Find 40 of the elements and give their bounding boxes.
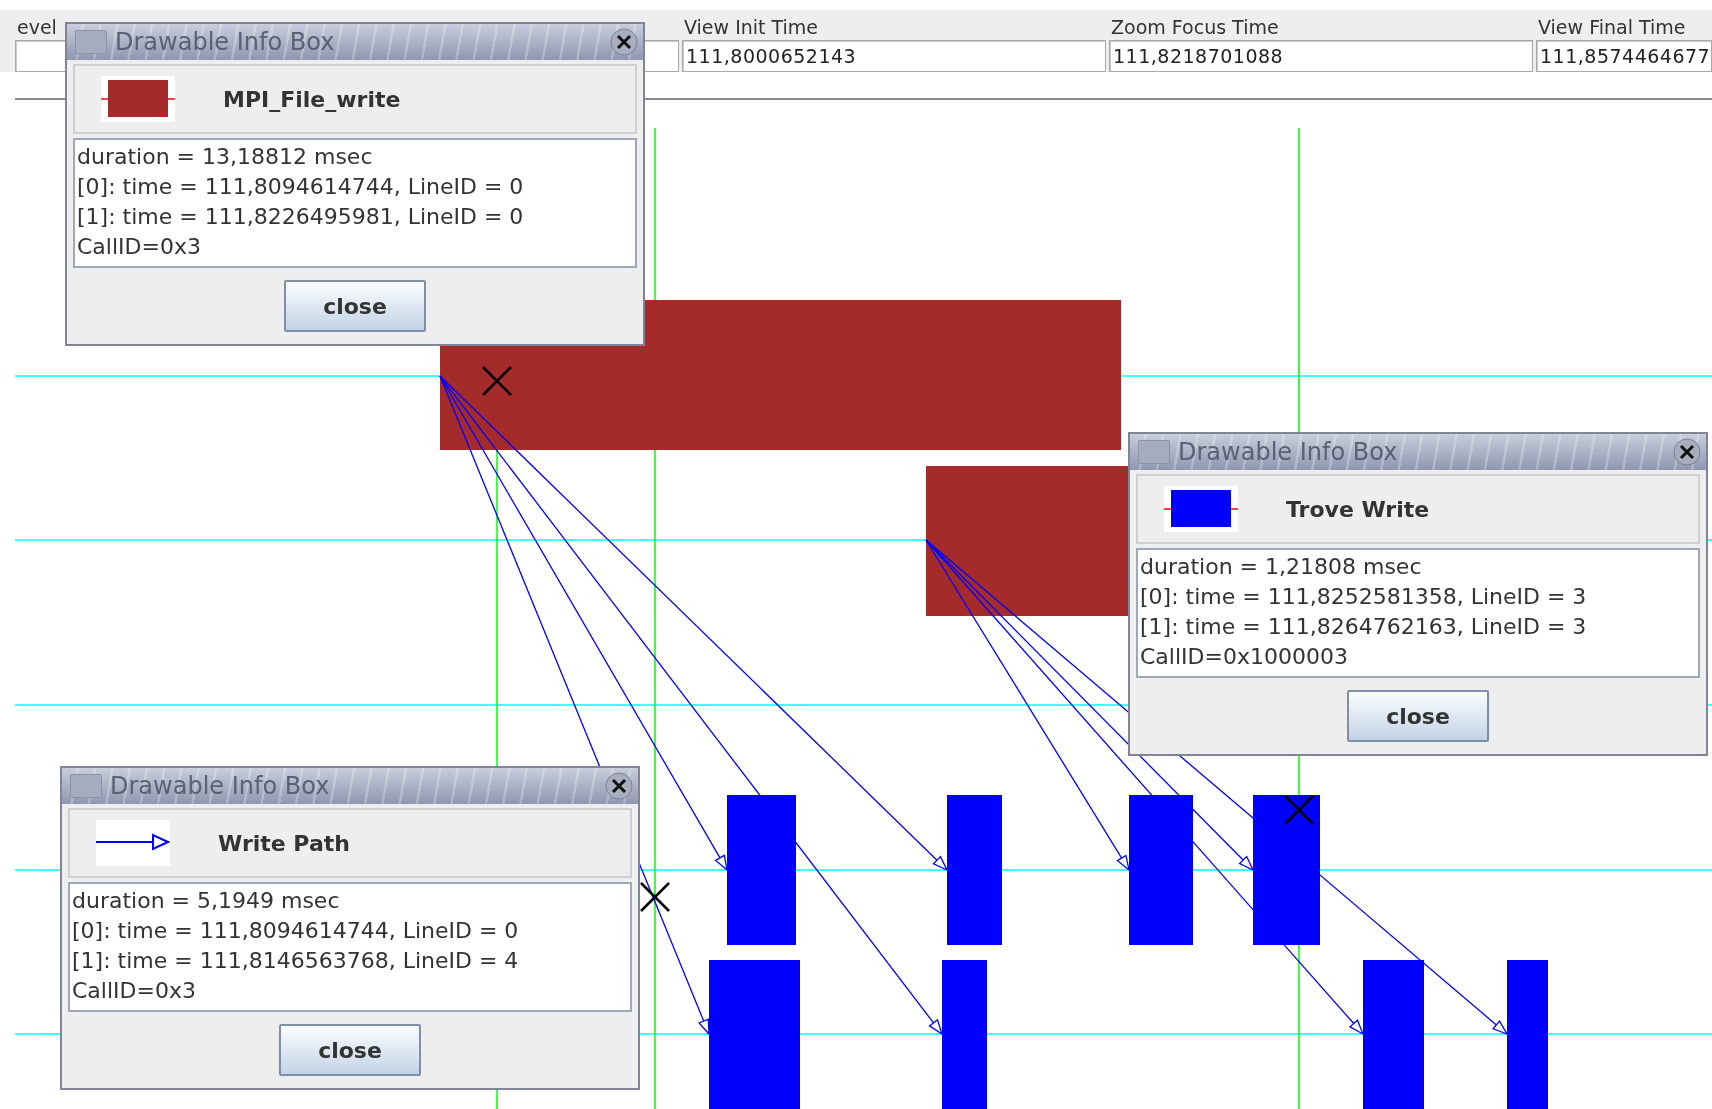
close-icon[interactable]	[609, 27, 639, 57]
info-line: CallID=0x3	[77, 233, 202, 261]
field-label: View Init Time	[683, 16, 820, 38]
window-title: Drawable Info Box	[1178, 438, 1399, 466]
close-icon[interactable]	[1672, 437, 1702, 467]
window-icon	[70, 774, 102, 798]
drawable-name: MPI_File_write	[223, 86, 401, 112]
info-line: duration = 1,21808 msec	[1140, 553, 1423, 581]
close-button[interactable]: close	[1347, 690, 1489, 742]
window-icon	[1138, 440, 1170, 464]
info-line: [0]: time = 111,8252581358, LineID = 3	[1140, 583, 1588, 611]
legend-icon	[1164, 486, 1238, 532]
info-line: [0]: time = 111,8094614744, LineID = 0	[77, 173, 525, 201]
cross-mark	[482, 366, 512, 396]
drawable-name: Write Path	[218, 830, 350, 856]
info-line: duration = 5,1949 msec	[72, 887, 341, 915]
info-line: CallID=0x1000003	[1140, 643, 1349, 671]
info-line: [1]: time = 111,8146563768, LineID = 4	[72, 947, 520, 975]
legend-icon	[101, 76, 175, 122]
text-field[interactable]: 111,8218701088	[1109, 40, 1533, 72]
info-line: [0]: time = 111,8094614744, LineID = 0	[72, 917, 520, 945]
drawable-name: Trove Write	[1286, 496, 1430, 522]
field-label: View Final Time	[1537, 16, 1687, 38]
cross-mark	[1284, 795, 1314, 825]
cross-mark	[640, 882, 670, 912]
info-line: duration = 13,18812 msec	[77, 143, 374, 171]
field-label: evel	[16, 16, 58, 38]
text-field[interactable]: 111,8574464677	[1536, 40, 1712, 72]
window-title: Drawable Info Box	[115, 28, 336, 56]
text-field[interactable]: 111,8000652143	[682, 40, 1106, 72]
window-title: Drawable Info Box	[110, 772, 331, 800]
info-line: [1]: time = 111,8226495981, LineID = 0	[77, 203, 525, 231]
legend-icon	[96, 820, 170, 866]
info-line: CallID=0x3	[72, 977, 197, 1005]
close-icon[interactable]	[604, 771, 634, 801]
close-button[interactable]: close	[279, 1024, 421, 1076]
field-label: Zoom Focus Time	[1110, 16, 1280, 38]
window-icon	[75, 30, 107, 54]
info-line: [1]: time = 111,8264762163, LineID = 3	[1140, 613, 1588, 641]
close-button[interactable]: close	[284, 280, 426, 332]
